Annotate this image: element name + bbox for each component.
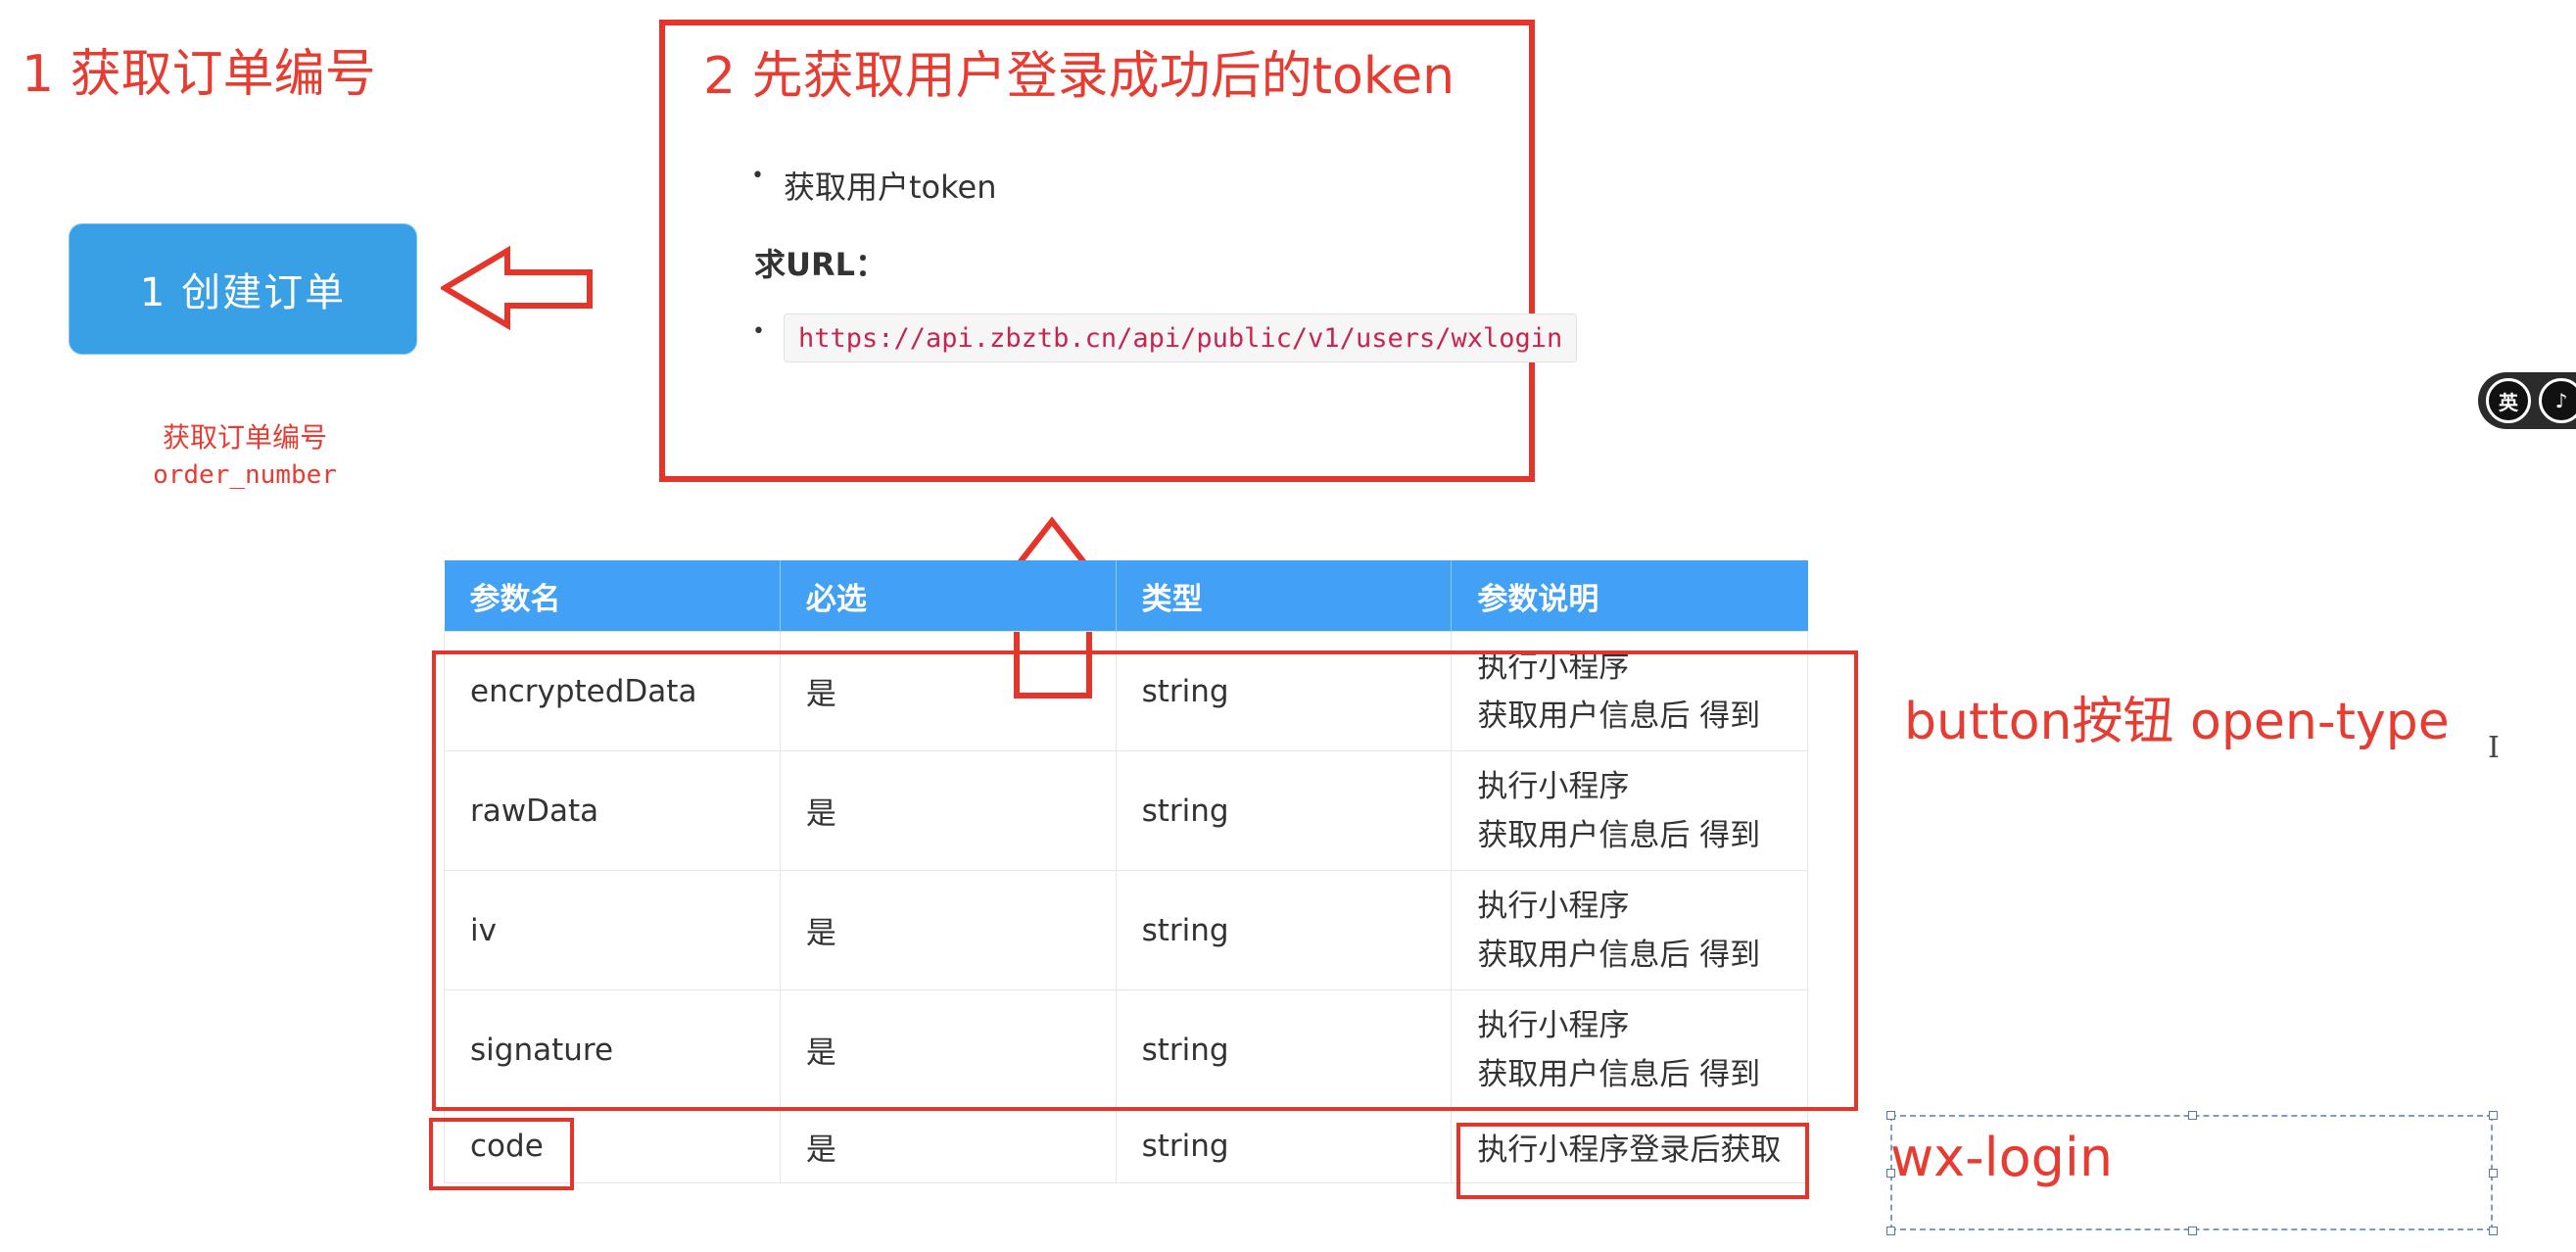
text-cursor-icon: I <box>2488 731 2500 765</box>
resize-handle[interactable] <box>2489 1227 2498 1235</box>
resize-handle[interactable] <box>1886 1111 1895 1120</box>
code-description-highlight <box>1456 1123 1809 1199</box>
ime-secondary-button[interactable]: ♪ <box>2539 378 2576 423</box>
type-cell: string <box>1115 1109 1453 1183</box>
bullet-icon: • <box>752 319 765 344</box>
resize-handle[interactable] <box>1886 1227 1895 1235</box>
create-order-button-label: 1 创建订单 <box>139 270 347 315</box>
open-type-label: button按钮 open-type <box>1904 693 2450 751</box>
order-note-text: 获取订单编号 <box>162 421 327 454</box>
create-order-button[interactable]: 1 创建订单 <box>69 223 417 355</box>
order-number-variable: order_number <box>153 460 337 490</box>
resize-handle[interactable] <box>2489 1111 2498 1120</box>
wxlogin-url-code[interactable]: https://api.zbztb.cn/api/public/v1/users… <box>784 313 1578 362</box>
resize-handle[interactable] <box>2188 1111 2197 1120</box>
ime-language-toggle[interactable]: 英 <box>2486 378 2531 423</box>
header-required: 必选 <box>780 560 1117 632</box>
code-param-highlight <box>429 1118 574 1190</box>
left-arrow-icon <box>441 245 593 331</box>
token-bullet-text: 获取用户token <box>784 169 997 206</box>
wx-login-label: wx-login <box>1890 1127 2114 1188</box>
required-cell: 是 <box>779 1109 1117 1183</box>
step1-title: 1 获取订单编号 <box>22 45 376 104</box>
resize-handle[interactable] <box>2489 1169 2498 1178</box>
header-description: 参数说明 <box>1451 560 1808 632</box>
user-info-params-highlight <box>432 650 1858 1111</box>
step2-title: 2 先获取用户登录成功后的token <box>703 47 1455 106</box>
url-label: 求URL： <box>754 246 887 283</box>
token-bullet-item: • 获取用户token <box>751 163 997 208</box>
resize-handle[interactable] <box>2188 1227 2197 1235</box>
header-param-name: 参数名 <box>444 560 781 632</box>
order-number-note: 获取订单编号 order_number <box>98 419 392 494</box>
ime-toolbar[interactable]: 英 ♪ <box>2478 372 2576 429</box>
header-type: 类型 <box>1116 560 1453 632</box>
table-header-row: 参数名 必选 类型 参数说明 <box>444 560 1808 632</box>
